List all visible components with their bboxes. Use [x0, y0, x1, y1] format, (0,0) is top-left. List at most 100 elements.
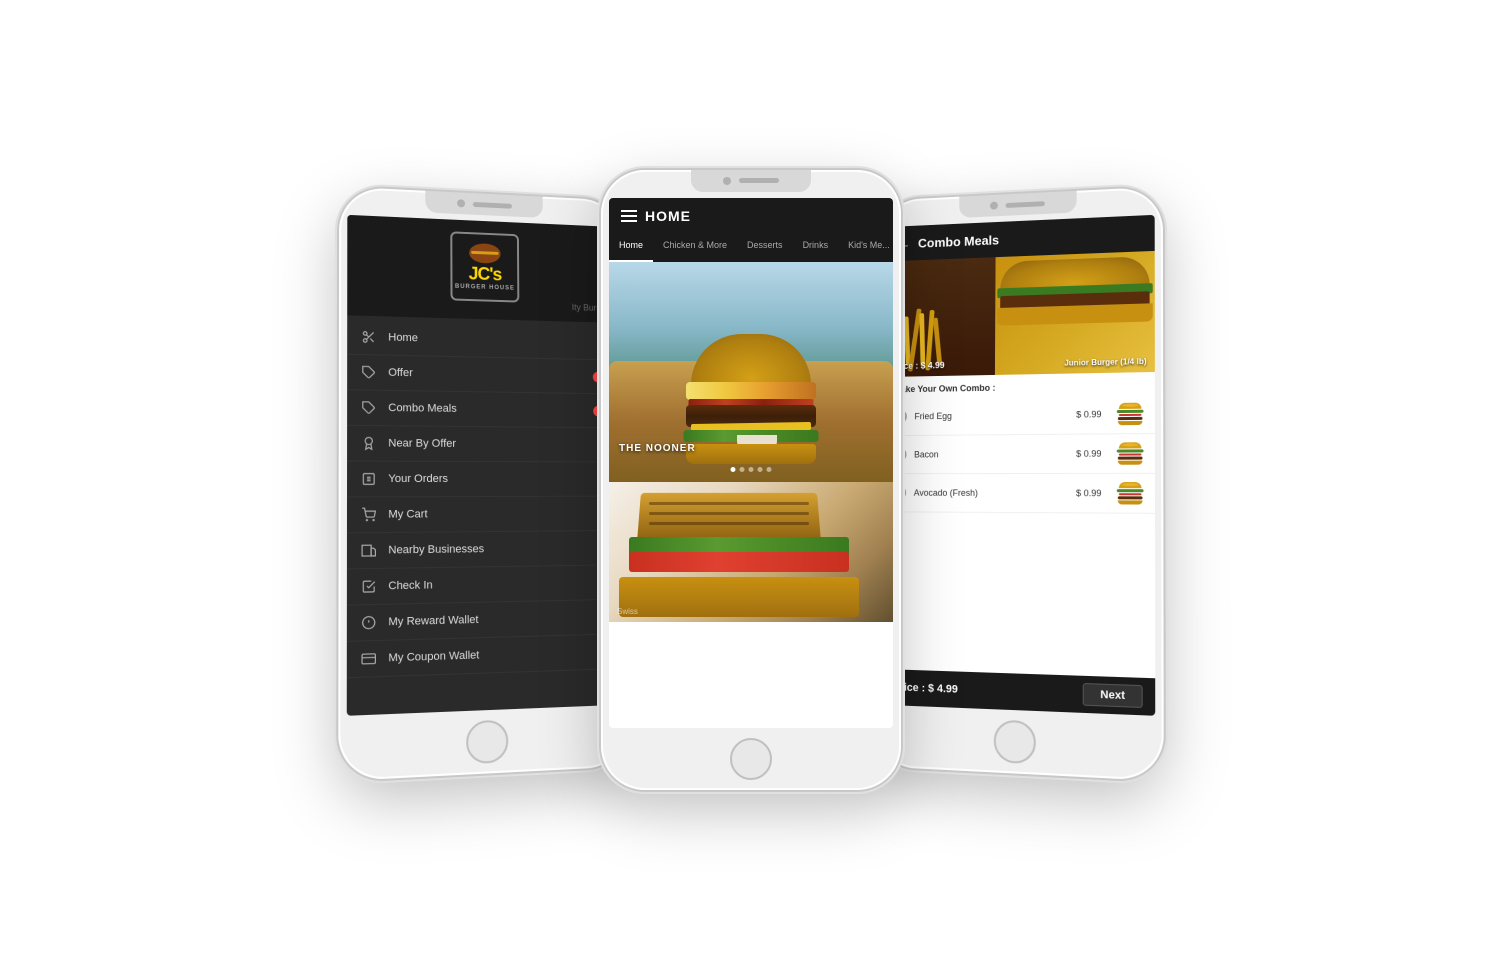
tab-drinks[interactable]: Drinks	[793, 234, 839, 262]
tab-kids[interactable]: Kid's Me...	[838, 234, 893, 262]
screen-center: HOME Home Chicken & More Desserts Drinks…	[609, 198, 893, 728]
lettuce-3	[1117, 489, 1144, 491]
fries-area	[885, 256, 1004, 376]
scissors-icon	[360, 327, 378, 346]
home-tabs: Home Chicken & More Desserts Drinks Kid'…	[609, 234, 893, 262]
hero-bun-bottom	[686, 444, 816, 464]
drawer-label-nearby-offer: Near By Offer	[388, 437, 607, 450]
combo-option-fried-egg[interactable]: Fried Egg $ 0.99	[884, 394, 1155, 436]
screen-right: ← Combo Meals	[881, 214, 1155, 715]
logo-jc-text: JC's	[469, 264, 502, 285]
phone-center: HOME Home Chicken & More Desserts Drinks…	[601, 170, 901, 790]
lettuce-1	[1117, 409, 1144, 412]
drawer-item-nearby-offer[interactable]: Near By Offer	[347, 425, 618, 462]
drawer-item-coupon[interactable]: My Coupon Wallet	[347, 634, 621, 678]
lettuce-2	[1117, 449, 1144, 452]
grill-1	[649, 502, 809, 505]
building-icon	[359, 541, 378, 560]
drawer-item-home[interactable]: Home	[347, 319, 617, 360]
combo-burger-area	[995, 250, 1155, 374]
phone-top-bar-center	[691, 170, 811, 192]
phone-top-bar-right	[959, 190, 1077, 217]
home-button-center[interactable]	[730, 738, 772, 780]
reward-icon	[359, 613, 378, 632]
drawer-label-offer: Offer	[388, 366, 583, 381]
burger-mini-3	[1116, 482, 1145, 505]
dot-1	[731, 467, 736, 472]
bun-top-2	[1119, 442, 1142, 449]
drawer-label-home: Home	[388, 331, 606, 348]
drawer-label-reward: My Reward Wallet	[388, 610, 608, 628]
bun-bottom-2	[1118, 460, 1143, 464]
option-name-fried-egg: Fried Egg	[914, 409, 1068, 421]
option-price-bacon: $ 0.99	[1076, 448, 1101, 458]
drawer-label-nearby-biz: Nearby Businesses	[388, 541, 608, 556]
hamburger-menu-icon[interactable]	[621, 210, 637, 222]
bun-bottom-1	[1118, 420, 1143, 424]
screen-left: Ity Burgers JC's BURGER HOUSE	[347, 214, 621, 715]
drawer-item-checkin[interactable]: Check In	[347, 565, 620, 605]
tab-desserts[interactable]: Desserts	[737, 234, 793, 262]
speaker-center	[739, 178, 779, 183]
cart-icon	[359, 505, 378, 524]
bun-top-3	[1119, 482, 1142, 488]
tab-chicken[interactable]: Chicken & More	[653, 234, 737, 262]
home-button-right[interactable]	[994, 719, 1036, 764]
drawer-item-cart[interactable]: My Cart	[347, 496, 619, 533]
footer-price: Price : $ 4.99	[893, 681, 958, 695]
home-topbar: HOME	[609, 198, 893, 234]
dot-3	[749, 467, 754, 472]
combo-option-bacon[interactable]: Bacon $ 0.99	[884, 434, 1155, 474]
patty-1	[1118, 416, 1143, 419]
drawer-item-combo[interactable]: Combo Meals 2	[347, 390, 618, 428]
dot-5	[767, 467, 772, 472]
tag-icon	[360, 363, 378, 382]
tomato-2	[1119, 453, 1142, 455]
speaker-right	[1006, 200, 1045, 207]
logo-burger-icon	[469, 242, 500, 263]
camera-right	[990, 201, 998, 209]
tomato-1	[1119, 413, 1142, 416]
option-price-fried-egg: $ 0.99	[1076, 409, 1101, 419]
drawer-item-nearby-biz[interactable]: Nearby Businesses	[347, 530, 619, 569]
grill-3	[649, 522, 809, 525]
combo-option-avocado[interactable]: Avocado (Fresh) $ 0.99	[883, 473, 1155, 513]
next-button[interactable]: Next	[1083, 682, 1143, 707]
home-hero: THE NOONER	[609, 262, 893, 482]
combo-hero-image: Price : $ 4.99 Junior Burger (1/4 lb)	[885, 250, 1155, 376]
drawer-logo-box: JC's BURGER HOUSE	[450, 231, 519, 302]
speaker-left	[473, 201, 512, 208]
option-price-avocado: $ 0.99	[1076, 488, 1101, 498]
drawer-label-checkin: Check In	[388, 576, 608, 592]
drawer-item-offer[interactable]: Offer 2	[347, 354, 617, 394]
logo-inner: JC's BURGER HOUSE	[455, 242, 515, 292]
phones-container: Ity Burgers JC's BURGER HOUSE	[0, 0, 1502, 959]
drawer-label-combo: Combo Meals	[388, 401, 583, 415]
hero-dots	[731, 467, 772, 472]
option-name-bacon: Bacon	[914, 448, 1068, 459]
home-food-grid: Swiss	[609, 482, 893, 728]
tab-home[interactable]: Home	[609, 234, 653, 262]
option-name-avocado: Avocado (Fresh)	[914, 487, 1068, 497]
drawer-item-orders[interactable]: Your Orders	[347, 461, 619, 497]
food-card-second[interactable]: Swiss	[609, 482, 893, 622]
patty-2	[1118, 456, 1143, 459]
checkin-icon	[359, 577, 378, 596]
home-button-left[interactable]	[466, 719, 508, 764]
camera-left	[457, 199, 465, 207]
hero-egg	[686, 382, 816, 400]
phone-left: Ity Burgers JC's BURGER HOUSE	[338, 186, 629, 781]
combo-title: Combo Meals	[918, 232, 999, 250]
burger-mini-1	[1116, 402, 1145, 425]
drawer-label-orders: Your Orders	[388, 472, 607, 484]
combo-content: Make Your Own Combo : Fried Egg $ 0.99	[881, 371, 1155, 677]
combo-hero-item-name: Junior Burger (1/4 lb)	[1064, 356, 1146, 367]
combo-screen: ← Combo Meals	[881, 214, 1155, 715]
patty-3	[1118, 496, 1143, 499]
burger-mini-2	[1116, 442, 1145, 465]
tomato-3	[1119, 492, 1142, 494]
bread-top	[637, 492, 821, 541]
tomato-layer-sandwich	[629, 552, 849, 572]
grill-2	[649, 512, 809, 515]
food-card-label: Swiss	[617, 607, 638, 616]
